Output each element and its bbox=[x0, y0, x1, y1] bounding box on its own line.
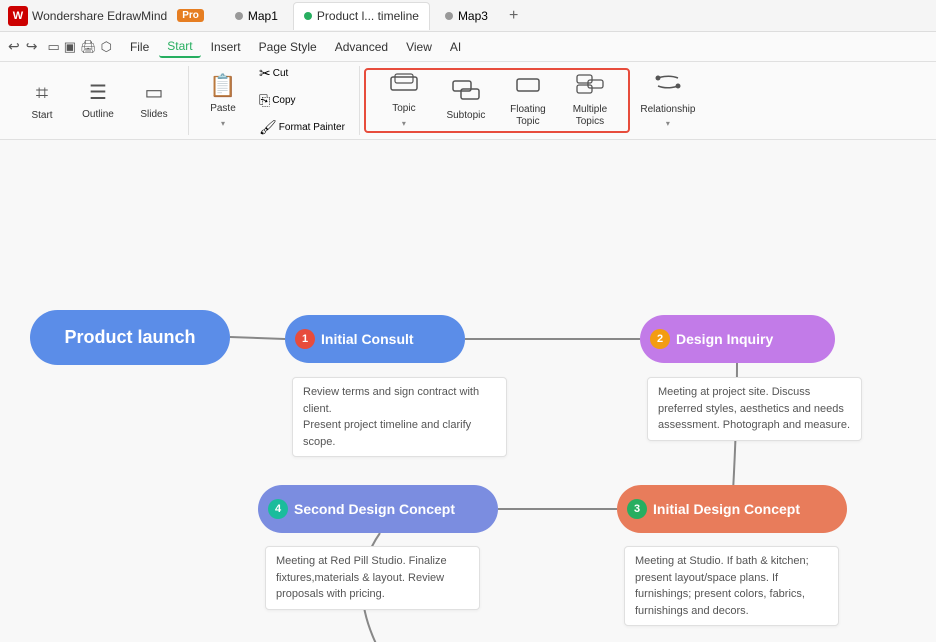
note-4-text: Meeting at Red Pill Studio. Finalize fix… bbox=[276, 555, 447, 600]
note-2: Meeting at project site. Discuss preferr… bbox=[647, 377, 862, 441]
layout-button[interactable]: ▣ bbox=[64, 39, 76, 55]
mindmap-icon: ⌗ bbox=[36, 80, 48, 106]
relationship-label: Relationship bbox=[640, 104, 695, 115]
multiple-topics-label: Multiple Topics bbox=[560, 104, 620, 128]
mindmap-label: Start bbox=[31, 110, 52, 122]
pro-badge: Pro bbox=[177, 9, 204, 22]
export-button[interactable]: ⬡ bbox=[101, 39, 112, 55]
app-logo: W bbox=[8, 6, 28, 26]
title-bar: W Wondershare EdrawMind Pro Map1 Product… bbox=[0, 0, 936, 32]
format-painter-label: Format Painter bbox=[279, 122, 345, 133]
topic-icon bbox=[390, 73, 418, 99]
badge-1: 1 bbox=[295, 329, 315, 349]
toolbar-group-topics: Topic ▾ Subtopic Floating Topic Multiple… bbox=[364, 68, 630, 133]
node-4[interactable]: 4 Second Design Concept bbox=[258, 485, 498, 533]
mindmap-button[interactable]: ⌗ Start bbox=[16, 68, 68, 134]
copy-button[interactable]: ⎘ Copy bbox=[253, 89, 351, 112]
node-1[interactable]: 1 Initial Consult bbox=[285, 315, 465, 363]
format-painter-icon: 🖌 bbox=[259, 119, 277, 136]
menu-bar: ↩ ↪ ▭ ▣ 🖨 ⬡ File Start Insert Page Style… bbox=[0, 32, 936, 62]
topic-label: Topic bbox=[392, 103, 415, 115]
multiple-topics-button[interactable]: Multiple Topics bbox=[560, 68, 620, 134]
relationship-button[interactable]: Relationship ▾ bbox=[638, 66, 698, 132]
tab-dot-map1 bbox=[235, 12, 243, 20]
floating-topic-button[interactable]: Floating Topic bbox=[498, 68, 558, 134]
node-root-label: Product launch bbox=[64, 327, 195, 348]
subtopic-label: Subtopic bbox=[446, 110, 485, 122]
menu-page-style[interactable]: Page Style bbox=[251, 37, 325, 57]
node-2-label: Design Inquiry bbox=[676, 331, 773, 347]
tab-label-product: Product l... timeline bbox=[317, 9, 419, 23]
note-1: Review terms and sign contract with clie… bbox=[292, 377, 507, 457]
menu-ai[interactable]: AI bbox=[442, 37, 469, 57]
tab-label-map3: Map3 bbox=[458, 9, 488, 23]
toolbar-group-clipboard: 📋 Paste ▾ ✂ Cut ⎘ Copy 🖌 Format Painter bbox=[189, 66, 360, 135]
slides-label: Slides bbox=[140, 109, 167, 121]
cut-label: Cut bbox=[273, 68, 289, 79]
cut-button[interactable]: ✂ Cut bbox=[253, 62, 351, 85]
paste-icon: 📋 bbox=[209, 73, 236, 99]
relationship-icon bbox=[654, 70, 682, 100]
tab-dot-map3 bbox=[445, 12, 453, 20]
page-button[interactable]: ▭ bbox=[47, 39, 59, 55]
note-1-text: Review terms and sign contract with clie… bbox=[303, 386, 479, 448]
subtopic-button[interactable]: Subtopic bbox=[436, 68, 496, 134]
copy-icon: ⎘ bbox=[259, 92, 270, 109]
menu-start[interactable]: Start bbox=[159, 36, 200, 58]
badge-2: 2 bbox=[650, 329, 670, 349]
toolbar: ⌗ Start ☰ Outline ▭ Slides 📋 Paste ▾ ✂ C… bbox=[0, 62, 936, 140]
undo-button[interactable]: ↩ bbox=[8, 38, 20, 55]
new-tab-button[interactable]: + bbox=[503, 7, 524, 25]
redo-button[interactable]: ↪ bbox=[26, 38, 38, 55]
canvas: Product launch 1 Initial Consult Review … bbox=[0, 140, 936, 642]
node-2[interactable]: 2 Design Inquiry bbox=[640, 315, 835, 363]
node-root[interactable]: Product launch bbox=[30, 310, 230, 365]
node-3-label: Initial Design Concept bbox=[653, 501, 800, 517]
paste-button[interactable]: 📋 Paste ▾ bbox=[197, 68, 249, 134]
tab-map1[interactable]: Map1 bbox=[224, 2, 289, 30]
floating-topic-icon bbox=[514, 74, 542, 100]
slides-button[interactable]: ▭ Slides bbox=[128, 68, 180, 134]
print-button[interactable]: 🖨 bbox=[80, 39, 97, 55]
app-name: Wondershare EdrawMind bbox=[32, 9, 167, 23]
menu-advanced[interactable]: Advanced bbox=[327, 37, 396, 57]
tab-product-timeline[interactable]: Product l... timeline bbox=[293, 2, 430, 30]
menu-insert[interactable]: Insert bbox=[203, 37, 249, 57]
slides-icon: ▭ bbox=[145, 80, 164, 105]
cut-icon: ✂ bbox=[259, 65, 271, 82]
badge-4: 4 bbox=[268, 499, 288, 519]
tab-dot-product bbox=[304, 12, 312, 20]
topic-caret: ▾ bbox=[402, 119, 406, 128]
outline-button[interactable]: ☰ Outline bbox=[72, 68, 124, 134]
format-painter-button[interactable]: 🖌 Format Painter bbox=[253, 116, 351, 139]
outline-icon: ☰ bbox=[89, 80, 107, 105]
node-1-label: Initial Consult bbox=[321, 331, 414, 347]
note-4: Meeting at Red Pill Studio. Finalize fix… bbox=[265, 546, 480, 610]
note-3-text: Meeting at Studio. If bath & kitchen; pr… bbox=[635, 555, 809, 617]
note-3: Meeting at Studio. If bath & kitchen; pr… bbox=[624, 546, 839, 626]
tab-map3[interactable]: Map3 bbox=[434, 2, 499, 30]
node-3[interactable]: 3 Initial Design Concept bbox=[617, 485, 847, 533]
tab-label-map1: Map1 bbox=[248, 9, 278, 23]
menu-file[interactable]: File bbox=[122, 37, 157, 57]
multiple-topics-icon bbox=[576, 74, 604, 100]
badge-3: 3 bbox=[627, 499, 647, 519]
outline-label: Outline bbox=[82, 109, 114, 121]
subtopic-icon bbox=[452, 80, 480, 106]
topic-button[interactable]: Topic ▾ bbox=[374, 68, 434, 134]
note-2-text: Meeting at project site. Discuss preferr… bbox=[658, 386, 850, 431]
floating-topic-label: Floating Topic bbox=[498, 104, 558, 128]
node-4-label: Second Design Concept bbox=[294, 501, 455, 517]
relationship-caret: ▾ bbox=[666, 119, 670, 128]
toolbar-group-view: ⌗ Start ☰ Outline ▭ Slides bbox=[8, 66, 189, 135]
paste-label: Paste bbox=[210, 103, 236, 115]
copy-label: Copy bbox=[272, 95, 295, 106]
menu-view[interactable]: View bbox=[398, 37, 440, 57]
